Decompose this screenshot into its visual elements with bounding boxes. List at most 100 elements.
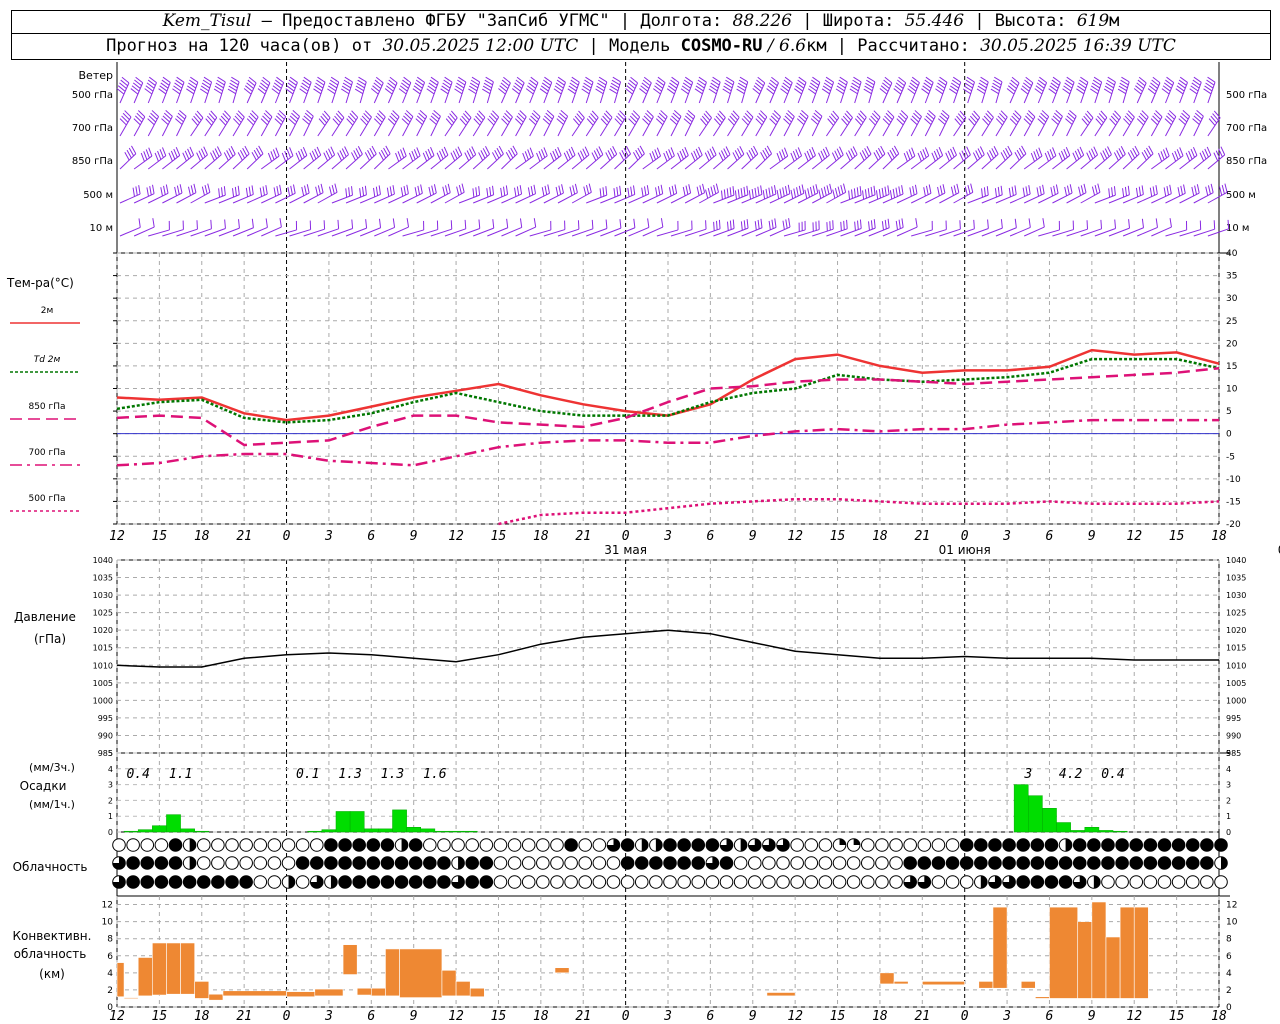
wind-barb-flag: [1074, 150, 1080, 160]
wind-barb-flag: [1205, 186, 1209, 196]
convective-bar: [455, 981, 471, 997]
cloud-fill: [211, 875, 225, 889]
hour-label: 21: [575, 1009, 591, 1024]
cloud-fill: [465, 875, 479, 889]
conv-tick-right: 6: [1226, 952, 1232, 962]
conv-tick-right: 12: [1226, 901, 1237, 911]
wind-barb-flag: [895, 220, 898, 230]
wind-barb-flag: [533, 218, 537, 228]
wind-barb-flag: [1093, 146, 1099, 156]
hour-label: 6: [367, 529, 375, 544]
wind-barb-flag: [660, 218, 664, 228]
hour-label: 18: [194, 529, 210, 544]
wind-barb-flag: [455, 148, 460, 158]
wind-barb-flag: [190, 185, 194, 195]
wind-barb-flag: [365, 219, 368, 229]
cloud-fill: [338, 838, 352, 852]
wind-barb-flag: [933, 150, 939, 160]
cloud-fill: [1115, 838, 1129, 852]
wind-barb-flag: [903, 152, 908, 162]
wind-barb-flag: [1114, 219, 1117, 229]
wind-barb-flag: [516, 186, 520, 196]
precip-tick-left: 2: [108, 796, 113, 805]
cloud-fill: [126, 856, 140, 870]
wind-barb-flag: [773, 185, 777, 195]
wind-barb-flag: [522, 152, 527, 162]
wind-barb-shaft: [176, 116, 187, 137]
cloud-symbol: [804, 838, 819, 852]
wind-barb-flag: [746, 185, 749, 195]
wind-barb-shaft: [232, 153, 250, 170]
hour-label: 15: [491, 1009, 507, 1024]
wind-barb-flag: [579, 150, 585, 160]
wind-barb-flag: [574, 183, 578, 193]
wind-barb-flag: [570, 146, 576, 156]
wind-barb-flag: [1039, 186, 1042, 196]
cloud-symbol: [253, 875, 268, 889]
wind-barb-shaft: [967, 154, 985, 170]
pressure-tick-left: 1015: [93, 644, 113, 653]
cloud-fill: [946, 856, 959, 870]
wind-barb-flag: [456, 186, 460, 196]
cloud-symbol: [253, 838, 268, 852]
wind-barb-flag: [707, 187, 711, 197]
hour-label: 15: [491, 529, 507, 544]
cloud-fill: [352, 875, 366, 889]
wind-barb-flag: [445, 185, 449, 195]
cloud-fill: [1087, 856, 1101, 870]
wind-barb-flag: [887, 185, 890, 195]
wind-barb-flag: [160, 187, 163, 197]
wind-barb-flag: [1042, 184, 1045, 194]
wind-barb-flag: [765, 188, 768, 198]
cloud-fill: [1172, 838, 1185, 852]
wind-barb-flag: [536, 152, 541, 162]
wind-barb-shaft: [119, 82, 130, 104]
wind-barb-flag: [541, 187, 545, 197]
cloud-fill: [1144, 856, 1157, 870]
precip-3h-label: 0.4: [126, 767, 149, 782]
wind-barb-flag: [931, 152, 936, 162]
cloud-symbol: [225, 856, 239, 870]
cloud-fill: [338, 856, 352, 870]
wind-barb-shaft: [1122, 153, 1140, 170]
wind-barb-flag: [699, 185, 703, 195]
precip-3h-label: 0.1: [296, 767, 319, 782]
wind-barb-flag: [554, 148, 560, 158]
wind-barb-shaft: [628, 153, 645, 170]
wind-barb-flag: [704, 152, 710, 162]
wind-barb-flag: [182, 152, 187, 162]
wind-barb-flag: [290, 185, 293, 195]
wind-barb-flag: [892, 188, 896, 198]
wind-barb-shaft: [981, 153, 999, 170]
cloud-symbol: [832, 875, 847, 889]
cloud-fill: [1172, 856, 1185, 870]
wind-barb-flag: [1141, 185, 1144, 195]
hour-label: 12: [448, 1009, 464, 1024]
cloud-fill: [338, 875, 352, 889]
convective-bar: [1049, 906, 1079, 999]
cloud-fill: [988, 856, 1002, 870]
wind-barb-flag: [204, 184, 208, 194]
cloud-symbol: [776, 875, 790, 889]
wind-barb-flag: [397, 151, 402, 160]
wind-barb-shaft: [472, 153, 490, 170]
temp-tick-right: 5: [1226, 407, 1232, 417]
cloud-symbol: [1115, 875, 1129, 889]
precip-bar: [420, 828, 436, 833]
cloud-fill: [352, 838, 366, 852]
wind-barb-flag: [1022, 187, 1026, 197]
cloud-symbol: [875, 875, 889, 889]
cloud-symbol: [564, 875, 578, 889]
cloud-fill: [1059, 856, 1072, 870]
convective-bar: [342, 944, 358, 975]
wind-barb-flag: [718, 219, 721, 229]
wind-barb-flag: [458, 184, 462, 194]
wind-barb-flag: [807, 188, 811, 198]
convective-bar: [554, 967, 570, 974]
wind-barb-flag: [1083, 183, 1087, 193]
wind-barb-flag: [184, 150, 190, 160]
cloud-fill: [1073, 838, 1087, 852]
wind-barb-flag: [901, 218, 904, 228]
legend-label: 700 гПа: [28, 448, 65, 458]
cloud-symbol: [804, 856, 819, 870]
